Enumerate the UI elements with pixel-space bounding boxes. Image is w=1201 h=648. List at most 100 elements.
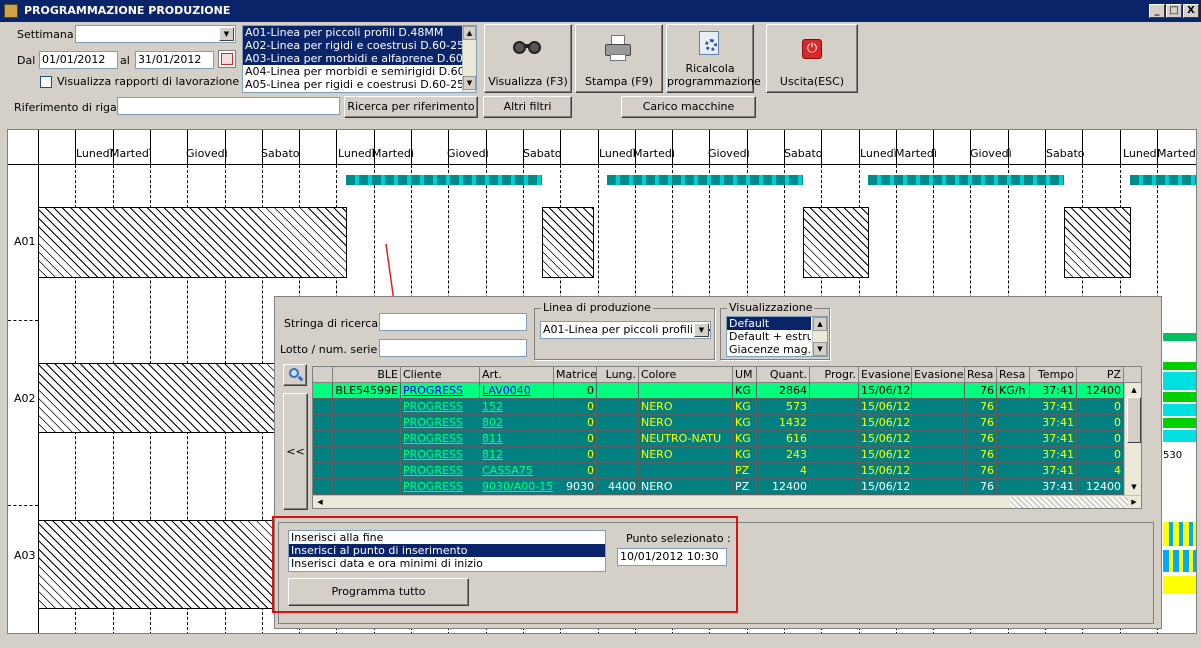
schedule-block[interactable] (1163, 333, 1196, 341)
table-row[interactable]: PROGRESS 9030/A00-15 9030 4400 NERO PZ 12400 15… (313, 479, 1141, 495)
stampa-button[interactable]: Stampa (F9) (575, 24, 663, 93)
close-button[interactable]: X (1183, 4, 1199, 18)
riferimento-input[interactable] (117, 97, 340, 115)
col-ble[interactable]: BLE (333, 367, 401, 383)
col-quant[interactable]: Quant. (757, 367, 810, 383)
cell-cliente[interactable]: PROGRESS (401, 479, 480, 495)
list-item[interactable]: Default (727, 317, 811, 330)
linea-dropdown[interactable]: A01-Linea per piccoli profili D.48 ▼ (540, 321, 711, 339)
cell-art[interactable]: 812 (480, 447, 554, 463)
schedule-block[interactable] (38, 207, 347, 278)
dal-date-input[interactable]: 01/01/2012 (39, 51, 118, 69)
minimize-button[interactable]: _ (1149, 4, 1165, 18)
col-tempo[interactable]: Tempo (1030, 367, 1077, 383)
cell-art[interactable]: 152 (480, 399, 554, 415)
table-scrollbar-v[interactable]: ▲ ▼ (1124, 383, 1141, 495)
cell-art[interactable]: 811 (480, 431, 554, 447)
col-art[interactable]: Art. (480, 367, 554, 383)
table-row[interactable]: PROGRESS CASSA75 0 PZ 4 15/06/12 76 37:41 4 (313, 463, 1141, 479)
list-item[interactable]: A01-Linea per piccoli profili D.48MM (243, 26, 476, 39)
schedule-bar[interactable] (868, 175, 1064, 185)
stringa-label: Stringa di ricerca : (284, 317, 386, 330)
rapporti-checkbox[interactable] (40, 76, 52, 88)
carico-macchine-button[interactable]: Carico macchine (621, 96, 756, 118)
visualizzazione-listbox[interactable]: Default Default + estrus Giacenze mag. ▲… (726, 316, 828, 357)
table-row[interactable]: BLE54599E PROGRESS LAV0040 0 KG 2864 15/06/12 7… (313, 383, 1141, 399)
list-item[interactable]: A02-Linea per rigidi e coestrusi D.60-25… (243, 39, 476, 52)
col-cliente[interactable]: Cliente (401, 367, 480, 383)
list-item[interactable]: Giacenze mag. (727, 343, 811, 356)
schedule-block[interactable] (1064, 207, 1131, 278)
cell-art[interactable]: 802 (480, 415, 554, 431)
table-row[interactable]: PROGRESS 802 0 NERO KG 1432 15/06/12 76 37:41 0 (313, 415, 1141, 431)
al-date-input[interactable]: 31/01/2012 (135, 51, 214, 69)
calendar-icon[interactable] (218, 50, 236, 68)
ricerca-riferimento-button[interactable]: Ricerca per riferimento (344, 96, 478, 118)
cell-colore: NERO (639, 447, 733, 463)
lines-listbox[interactable]: A01-Linea per piccoli profili D.48MM A02… (242, 25, 477, 93)
schedule-block[interactable] (38, 520, 276, 609)
maximize-button[interactable]: □ (1166, 4, 1182, 18)
lotto-input[interactable] (379, 339, 527, 357)
cell-art[interactable]: CASSA75 (480, 463, 554, 479)
chevron-down-icon[interactable]: ▼ (219, 27, 234, 41)
cell-cliente[interactable]: PROGRESS (401, 463, 480, 479)
list-item[interactable]: A05-Linea per rigidi e coestrusi D.60-25… (243, 78, 476, 91)
col-evasione-2[interactable]: Evasione (912, 367, 965, 383)
search-button[interactable] (283, 364, 307, 386)
schedule-bar[interactable] (1130, 175, 1196, 185)
table-row[interactable]: PROGRESS 812 0 NERO KG 243 15/06/12 76 37:41 0 (313, 447, 1141, 463)
col-resa-2[interactable]: Resa (997, 367, 1030, 383)
schedule-block[interactable] (542, 207, 594, 278)
lines-scrollbar[interactable]: ▲ ▼ (462, 26, 476, 92)
col-evasione[interactable]: Evasione (859, 367, 912, 383)
cell-matrice: 0 (554, 431, 597, 447)
table-row[interactable]: PROGRESS 811 0 NEUTRO-NATU KG 616 15/06/12 76 37… (313, 431, 1141, 447)
list-item[interactable]: Default + estrus (727, 330, 811, 343)
altri-filtri-button[interactable]: Altri filtri (483, 96, 572, 118)
linea-group: Linea di produzione A01-Linea per piccol… (534, 301, 715, 360)
col-progr[interactable]: Progr. (810, 367, 859, 383)
uscita-button[interactable]: ⏻ Uscita(ESC) (766, 24, 858, 93)
back-button[interactable]: << (283, 393, 308, 510)
schedule-block[interactable] (803, 207, 869, 278)
cell-resa2 (997, 399, 1030, 415)
visualizzazione-scrollbar[interactable]: ▲ ▼ (812, 317, 827, 356)
cell-cliente[interactable]: PROGRESS (401, 447, 480, 463)
orders-table[interactable]: BLE Cliente Art. Matrice Lung. Colore UM… (312, 366, 1142, 509)
col-resa[interactable]: Resa (965, 367, 997, 383)
cell-cliente[interactable]: PROGRESS (401, 415, 480, 431)
schedule-bar[interactable] (607, 175, 803, 185)
cell-quant: 573 (757, 399, 810, 415)
stringa-input[interactable] (379, 313, 527, 331)
gear-document-icon (697, 31, 723, 57)
col-matrice[interactable]: Matrice (554, 367, 597, 383)
cell-um: KG (733, 383, 757, 399)
schedule-block[interactable] (38, 363, 276, 433)
table-scrollbar-h[interactable]: ◀ ▶ (313, 495, 1141, 508)
col-colore[interactable]: Colore (639, 367, 733, 383)
day-label: Lunedì (76, 147, 113, 160)
cell-cliente[interactable]: PROGRESS (401, 383, 480, 399)
cell-matrice: 9030 (554, 479, 597, 495)
list-item[interactable]: A03-Linea per morbidi e alfaprene D.60MM (243, 52, 476, 65)
cell-cliente[interactable]: PROGRESS (401, 431, 480, 447)
col-lung[interactable]: Lung. (597, 367, 639, 383)
cell-cliente[interactable]: PROGRESS (401, 399, 480, 415)
col-um[interactable]: UM (733, 367, 757, 383)
list-item[interactable]: A04-Linea per morbidi e semirigidi D.60M… (243, 65, 476, 78)
schedule-bar[interactable] (346, 175, 542, 185)
dal-label: Dal (17, 54, 36, 67)
ricalcola-button[interactable]: Ricalcola programmazione (666, 24, 761, 93)
cell-eva1: 15/06/12 (859, 399, 912, 415)
cell-lung: 4400 (597, 479, 639, 495)
cell-tempo: 37:41 (1030, 463, 1077, 479)
table-row[interactable]: PROGRESS 152 0 NERO KG 573 15/06/12 76 37:41 0 (313, 399, 1141, 415)
cell-art[interactable]: LAV0040 (480, 383, 554, 399)
visualizza-button[interactable]: Visualizza (F3) (484, 24, 572, 93)
cell-art[interactable]: 9030/A00-15 (480, 479, 554, 495)
col-pz[interactable]: PZ (1077, 367, 1124, 383)
chevron-down-icon[interactable]: ▼ (694, 323, 709, 337)
settimana-dropdown[interactable]: ▼ (75, 25, 236, 43)
power-icon: ⏻ (802, 39, 822, 59)
